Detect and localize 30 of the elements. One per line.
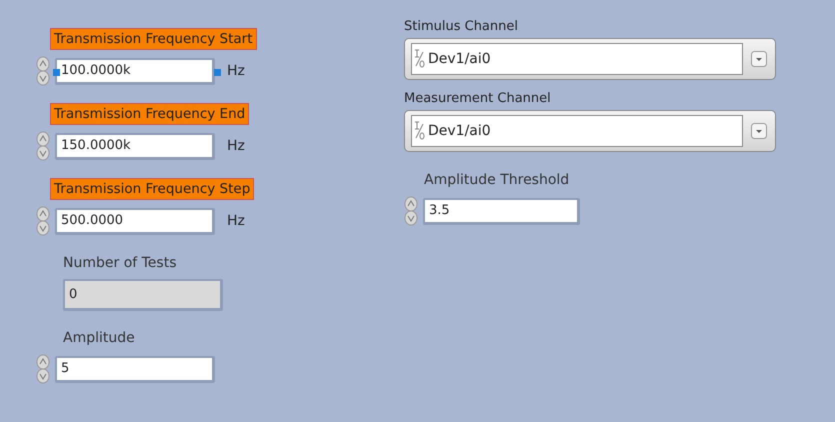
control-label: Transmission Frequency End <box>50 103 250 125</box>
channel-value: Dev1/ai0 <box>428 51 491 67</box>
numeric-field[interactable]: 150.0000k <box>57 134 212 156</box>
unit-label: Hz <box>227 213 245 229</box>
control-label: Amplitude <box>62 329 136 348</box>
numeric-field[interactable]: 100.0000k <box>57 60 212 82</box>
numeric-field[interactable]: 5 <box>57 358 212 380</box>
control-label: Measurement Channel <box>404 90 552 108</box>
control-label: Transmission Frequency Start <box>50 28 257 50</box>
increment-decrement-icon[interactable] <box>36 206 52 236</box>
numeric-field[interactable]: 3.5 <box>425 200 577 222</box>
numeric-field[interactable]: 500.0000 <box>57 210 212 232</box>
io-icon <box>414 121 425 141</box>
selection-handle[interactable] <box>53 68 60 76</box>
channel-dropdown[interactable]: Dev1/ai0 <box>404 38 776 80</box>
channel-dropdown[interactable]: Dev1/ai0 <box>404 110 776 152</box>
unit-label: Hz <box>227 63 245 79</box>
control-label: Stimulus Channel <box>404 18 519 36</box>
control-label: Transmission Frequency Step <box>50 178 254 200</box>
numeric-indicator: 0 <box>65 281 220 308</box>
control-label: Number of Tests <box>62 254 178 273</box>
channel-value: Dev1/ai0 <box>428 123 491 139</box>
selection-handle[interactable] <box>214 68 221 76</box>
increment-decrement-icon[interactable] <box>36 56 52 86</box>
increment-decrement-icon[interactable] <box>36 354 52 384</box>
unit-label: Hz <box>227 138 245 154</box>
increment-decrement-icon[interactable] <box>36 131 52 161</box>
io-icon <box>414 49 425 69</box>
increment-decrement-icon[interactable] <box>404 196 420 226</box>
control-label: Amplitude Threshold <box>423 171 570 190</box>
